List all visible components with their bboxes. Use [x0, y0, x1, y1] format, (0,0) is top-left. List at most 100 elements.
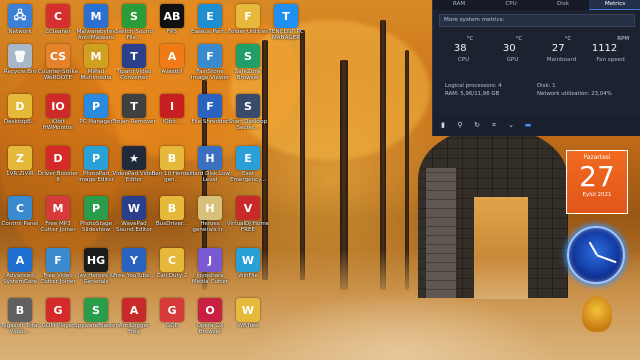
- app-icon: CS: [46, 44, 70, 68]
- metric-unit: °C: [466, 36, 474, 42]
- metric-unit: °C: [564, 36, 572, 42]
- metric-gpu: 30°C GPU: [488, 36, 537, 63]
- calendar-month-year: Eylül 2021: [582, 192, 612, 198]
- app-icon: 🗑: [8, 44, 32, 68]
- perf-header: More system metrics:: [439, 14, 635, 27]
- performance-monitor-panel: RAM CPU Disk Metrics More system metrics…: [432, 0, 640, 136]
- app-icon: HG: [84, 248, 108, 272]
- perf-details-left: Logical processors: 4 RAM: 5,96/11,96 GB: [445, 82, 545, 98]
- battery-icon[interactable]: ▮: [439, 121, 447, 129]
- tab-cpu[interactable]: CPU: [485, 0, 537, 10]
- crop-icon[interactable]: ⌗: [490, 121, 498, 129]
- perf-metrics-row: 38°C CPU 30°C GPU 27°C Mainboard 1112RPM…: [439, 36, 635, 63]
- app-icon: T: [122, 94, 146, 118]
- app-icon: S: [122, 4, 146, 28]
- app-icon: G: [160, 298, 184, 322]
- search-icon[interactable]: ⚲: [456, 121, 464, 129]
- app-icon: W: [122, 196, 146, 220]
- app-icon: Y: [122, 248, 146, 272]
- metric-value: 27: [551, 43, 565, 54]
- app-icon: T: [122, 44, 146, 68]
- desktop-icon[interactable]: S Start Desktop Secret...: [226, 94, 270, 140]
- app-icon: T: [274, 4, 298, 28]
- app-icon: C: [8, 196, 32, 220]
- app-icon: H: [198, 146, 222, 170]
- clock-gadget[interactable]: [567, 226, 625, 284]
- metric-value: 38: [453, 43, 467, 54]
- desktop-icon-label: SafeZone Browser: [234, 69, 262, 82]
- perf-toolbar: ▮ ⚲ ↻ ⌗ ⌄ ▬: [433, 116, 640, 134]
- app-icon: W: [236, 298, 260, 322]
- clock-minute-hand: [596, 254, 617, 263]
- app-icon: P: [84, 94, 108, 118]
- app-icon: E: [236, 146, 260, 170]
- metric-value: 30: [502, 43, 516, 54]
- app-icon: S: [236, 94, 260, 118]
- app-icon: D: [46, 146, 70, 170]
- desktop-icon-label: TENCENT PC MANAGER: [268, 29, 304, 42]
- app-icon: V: [236, 196, 260, 220]
- app-icon: H: [198, 196, 222, 220]
- app-icon: W: [236, 248, 260, 272]
- app-icon: B: [160, 196, 184, 220]
- app-icon: S: [84, 298, 108, 322]
- app-icon: B: [8, 298, 32, 322]
- metric-cpu: 38°C CPU: [439, 36, 488, 63]
- desktop-icon-label: Eset Emergency...: [229, 171, 267, 184]
- app-icon: O: [198, 298, 222, 322]
- app-icon: ★: [122, 146, 146, 170]
- perf-tab-bar: RAM CPU Disk Metrics: [433, 0, 640, 10]
- app-icon: E: [198, 4, 222, 28]
- desktop-icon[interactable]: V VirtualDJ Home FREE: [226, 196, 270, 242]
- metric-label: Fan speed: [596, 57, 625, 63]
- app-icon: A: [160, 44, 184, 68]
- app-icon: P: [84, 146, 108, 170]
- chat-icon[interactable]: ▬: [524, 121, 532, 129]
- metric-mainboard: 27°C Mainboard: [537, 36, 586, 63]
- tab-metrics[interactable]: Metrics: [589, 0, 640, 10]
- app-icon: C: [46, 4, 70, 28]
- stone-arch-opening: [474, 197, 528, 299]
- app-icon: A: [8, 248, 32, 272]
- desktop-icon[interactable]: S SafeZone Browser: [226, 44, 270, 90]
- desktop-icon-label: VirtualDJ Home FREE: [226, 221, 270, 234]
- desktop-icon[interactable]: W WBTree: [226, 298, 270, 344]
- forest-path: [240, 290, 560, 360]
- metric-value: 1112: [591, 43, 618, 54]
- chevron-down-icon[interactable]: ⌄: [507, 121, 515, 129]
- metric-fan-speed: 1112RPM Fan speed: [586, 36, 635, 63]
- app-icon: G: [46, 298, 70, 322]
- tab-disk[interactable]: Disk: [537, 0, 589, 10]
- desktop-icon[interactable]: E Eset Emergency...: [226, 146, 270, 192]
- app-icon: Z: [8, 146, 32, 170]
- desktop-icon[interactable]: W WinFile: [226, 248, 270, 294]
- refresh-icon[interactable]: ↻: [473, 121, 481, 129]
- metric-unit: °C: [515, 36, 523, 42]
- app-icon: D: [8, 94, 32, 118]
- stone-arch-pillar: [426, 168, 456, 298]
- app-icon: P: [84, 196, 108, 220]
- app-icon: F: [198, 44, 222, 68]
- app-icon: F: [46, 248, 70, 272]
- app-icon: M: [46, 196, 70, 220]
- app-icon: 🖧: [8, 4, 32, 28]
- app-icon: M: [84, 4, 108, 28]
- detail-logical-processors: Logical processors: 4: [445, 83, 502, 89]
- lion-gadget-icon[interactable]: [582, 296, 612, 332]
- desktop-icon-label: Start Desktop Secret...: [228, 119, 268, 132]
- app-icon: AB: [160, 4, 184, 28]
- app-icon: A: [122, 298, 146, 322]
- app-icon: S: [236, 44, 260, 68]
- calendar-gadget[interactable]: Pazartesi 27 Eylül 2021: [566, 150, 628, 214]
- desktop-icon[interactable]: T TENCENT PC MANAGER: [264, 4, 308, 50]
- app-icon: B: [160, 146, 184, 170]
- app-icon: F: [198, 94, 222, 118]
- metric-label: GPU: [506, 57, 519, 63]
- metric-label: Mainboard: [546, 57, 577, 63]
- metric-unit: RPM: [617, 36, 630, 42]
- tree-trunk: [300, 30, 305, 280]
- app-icon: M: [84, 44, 108, 68]
- detail-ram: RAM: 5,96/11,96 GB: [445, 91, 500, 97]
- app-icon: I: [160, 94, 184, 118]
- tab-ram[interactable]: RAM: [433, 0, 485, 10]
